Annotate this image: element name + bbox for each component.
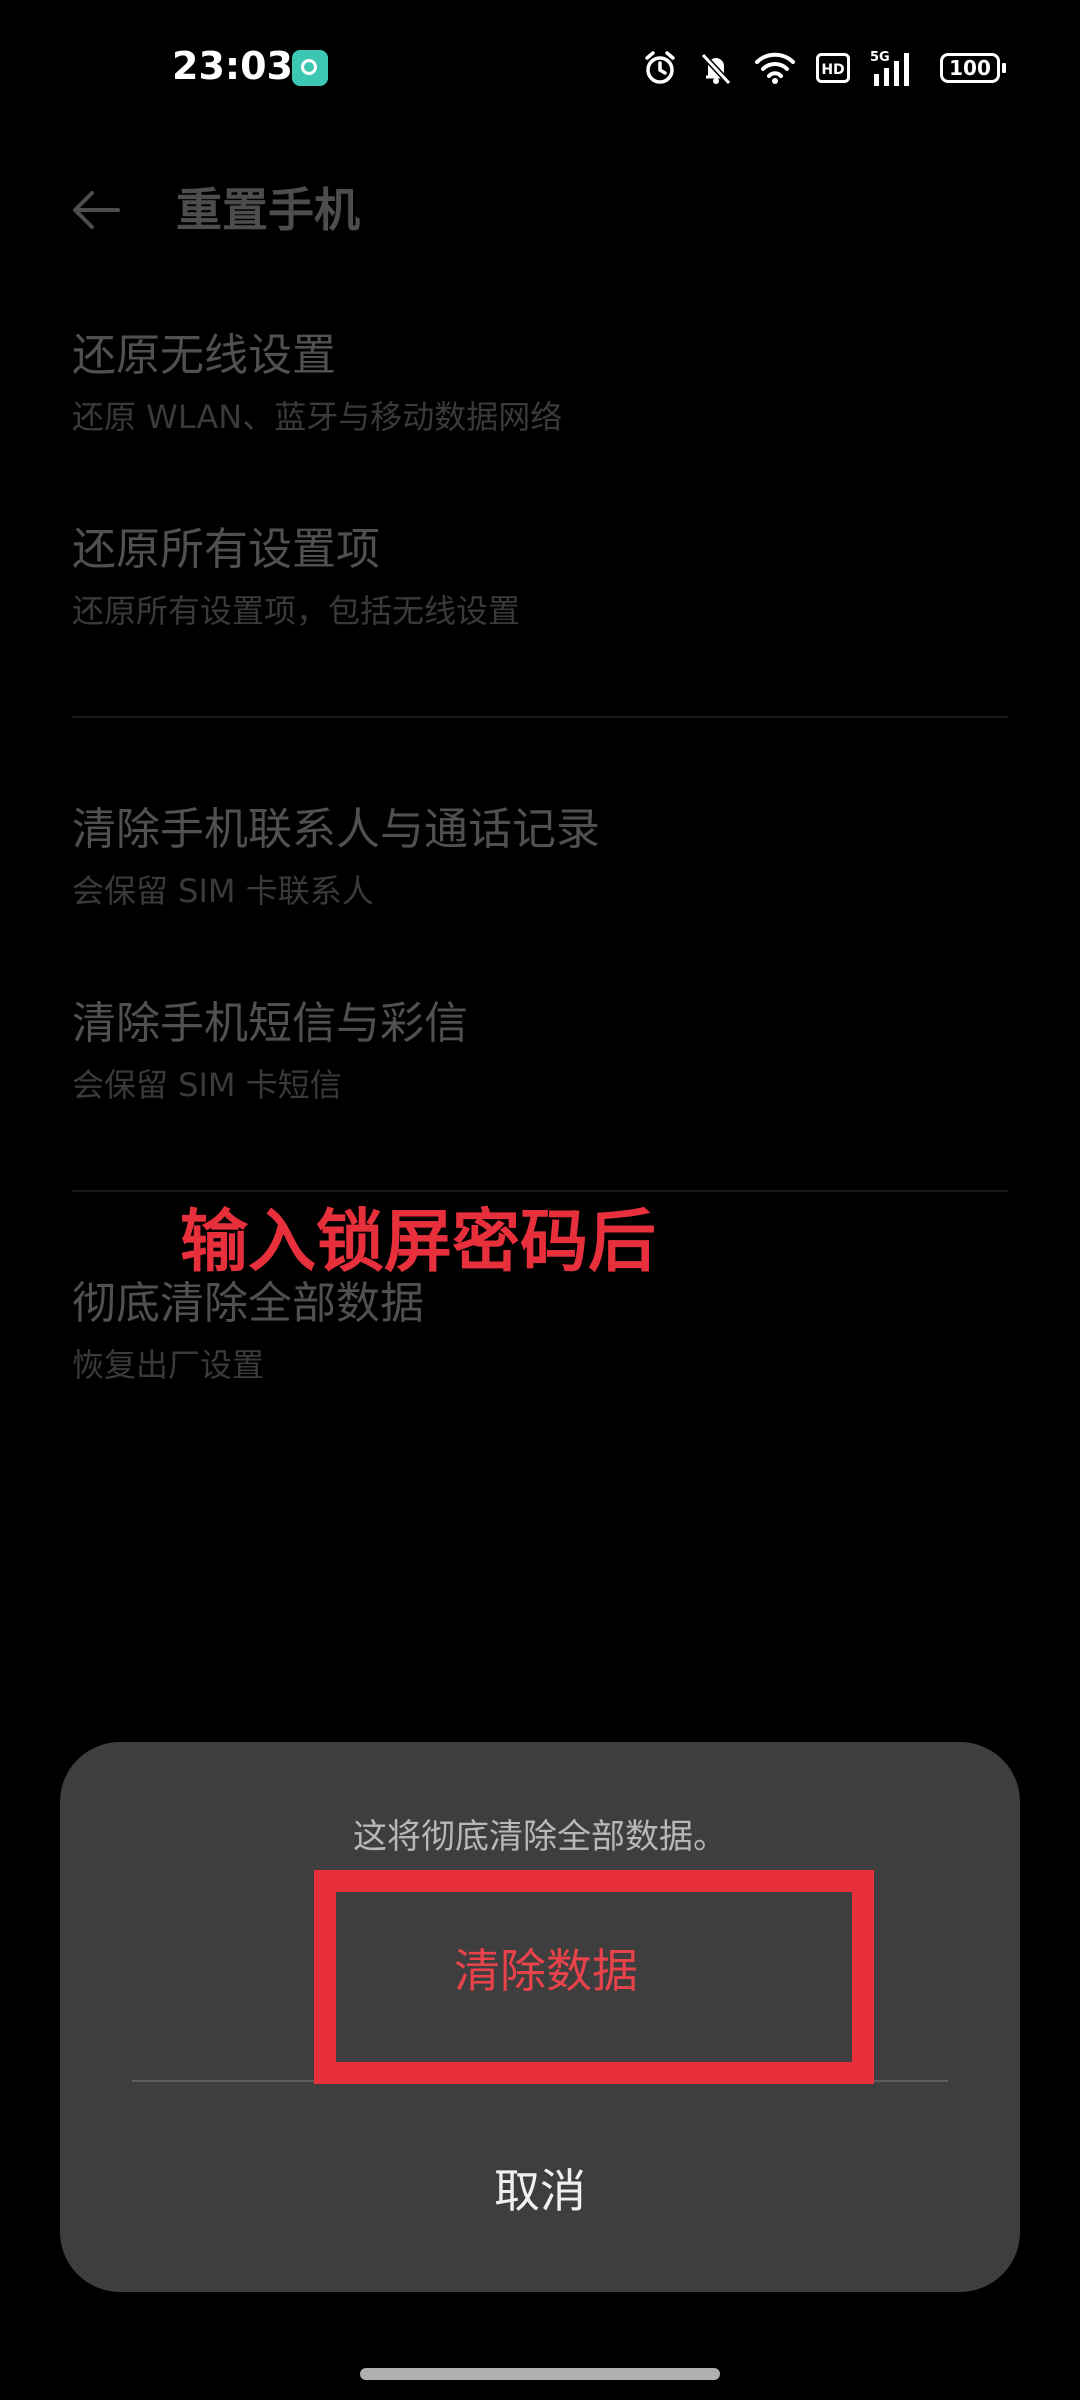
svg-text:HD: HD — [821, 62, 844, 78]
confirm-dialog: 这将彻底清除全部数据。 清除数据 取消 — [60, 1742, 1020, 2292]
wifi-icon — [755, 52, 795, 84]
status-time: 23:03 — [172, 44, 293, 88]
arrow-left-icon[interactable] — [66, 180, 126, 240]
list-item-subtitle: 还原所有设置项，包括无线设置 — [72, 592, 521, 630]
list-item-title: 清除手机短信与彩信 — [72, 998, 468, 1049]
list-item-title: 还原所有设置项 — [72, 524, 380, 575]
screen: 23:03 HD 5G 100 重置手机 还原无线设置 还原 WLAN、蓝牙与移… — [0, 0, 1080, 2400]
app-header: 重置手机 — [0, 160, 1080, 260]
home-indicator[interactable] — [360, 2368, 720, 2380]
5g-signal-icon: 5G — [870, 50, 909, 86]
svg-text:5G: 5G — [870, 50, 890, 65]
status-bar: 23:03 HD 5G 100 — [0, 0, 1080, 140]
hd-icon: HD — [816, 53, 850, 83]
list-item-clear-contacts[interactable]: 清除手机联系人与通话记录 会保留 SIM 卡联系人 — [72, 800, 1012, 914]
mute-icon — [700, 52, 732, 86]
list-item-subtitle: 会保留 SIM 卡联系人 — [72, 872, 374, 910]
dialog-message: 这将彻底清除全部数据。 — [353, 1817, 727, 1857]
alarm-icon — [645, 51, 675, 84]
dialog-divider — [132, 2080, 948, 2082]
list-item-clear-messages[interactable]: 清除手机短信与彩信 会保留 SIM 卡短信 — [72, 994, 1012, 1108]
annotation-text: 输入锁屏密码后 — [180, 1203, 657, 1282]
list-item-erase-all-data[interactable]: 彻底清除全部数据 恢复出厂设置 — [72, 1274, 1012, 1388]
list-item-title: 清除手机联系人与通话记录 — [72, 804, 600, 855]
list-item-subtitle: 会保留 SIM 卡短信 — [72, 1066, 342, 1104]
divider — [72, 1190, 1008, 1192]
list-item-reset-wireless[interactable]: 还原无线设置 还原 WLAN、蓝牙与移动数据网络 — [72, 326, 1012, 440]
list-item-reset-all-settings[interactable]: 还原所有设置项 还原所有设置项，包括无线设置 — [72, 520, 1012, 634]
list-item-subtitle: 还原 WLAN、蓝牙与移动数据网络 — [72, 398, 563, 436]
battery-icon: 100 — [940, 53, 1006, 83]
page-title: 重置手机 — [176, 183, 360, 237]
list-item-title: 还原无线设置 — [72, 330, 336, 381]
cancel-button[interactable]: 取消 — [60, 2084, 1020, 2292]
app-notification-icon — [292, 50, 328, 86]
clear-data-button[interactable]: 清除数据 — [336, 1880, 756, 2056]
divider — [72, 716, 1008, 718]
status-icons: HD 5G 100 — [642, 46, 1006, 90]
list-item-subtitle: 恢复出厂设置 — [72, 1346, 265, 1384]
